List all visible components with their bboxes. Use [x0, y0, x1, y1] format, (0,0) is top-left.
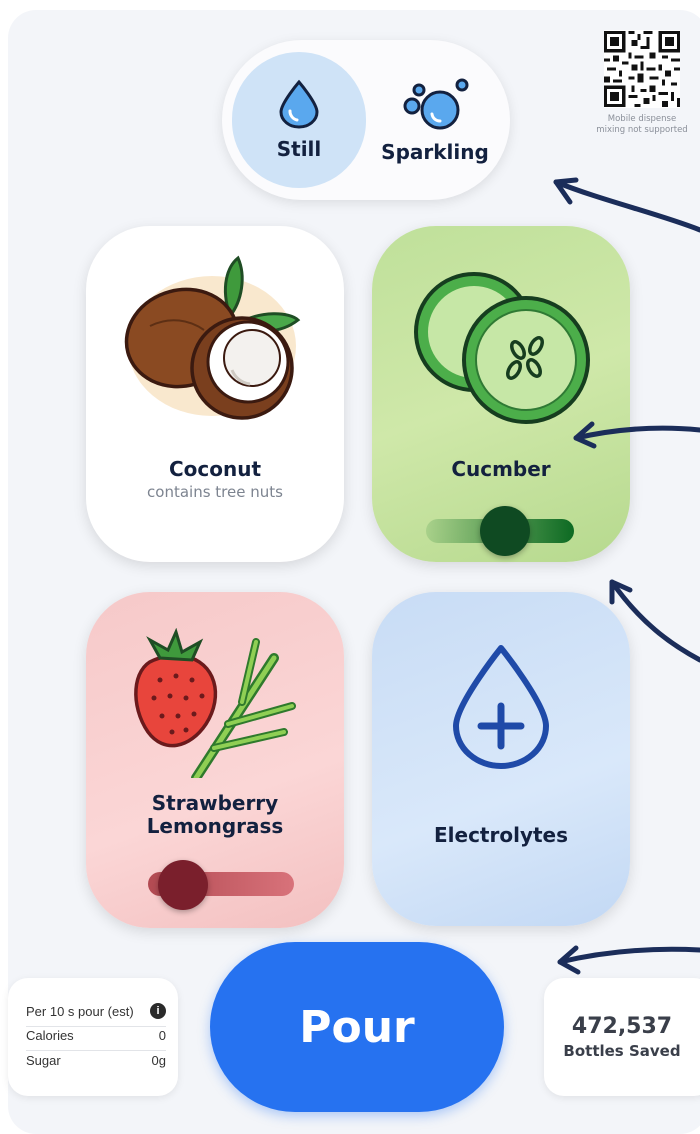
flavor-card-cucumber[interactable]: Cucmber [372, 226, 630, 562]
electrolytes-title: Electrolytes [433, 823, 569, 847]
bottles-saved-label: Bottles Saved [563, 1042, 681, 1060]
sparkling-water-button[interactable]: Sparkling [368, 52, 502, 188]
bubbles-icon [403, 78, 469, 130]
qr-caption-line2: mixing not supported [596, 125, 688, 135]
cucumber-slider-knob[interactable] [479, 506, 530, 556]
still-water-button[interactable]: Still [232, 52, 366, 188]
nutrition-header: Per 10 s pour (est) [26, 1004, 134, 1019]
nutrition-row-sugar: Sugar 0g [26, 1053, 166, 1068]
cucumber-title: Cucmber [451, 457, 551, 481]
nutrition-value: 0g [151, 1053, 166, 1068]
pour-button[interactable]: Pour [210, 942, 504, 1112]
sparkling-label: Sparkling [381, 140, 489, 164]
qr-code-icon [604, 30, 680, 108]
nutrition-row-calories: Calories 0 [26, 1028, 166, 1043]
coconut-icon [124, 255, 301, 420]
flavor-card-coconut[interactable]: Coconut contains tree nuts [86, 226, 344, 562]
still-label: Still [276, 137, 322, 161]
coconut-allergen-note: contains tree nuts [147, 483, 283, 501]
bottles-saved-panel: 472,537 Bottles Saved [544, 978, 700, 1096]
divider [26, 1050, 166, 1051]
mobile-dispense-qr: Mobile dispense mixing not supported [596, 30, 688, 136]
nutrition-value: 0 [158, 1028, 166, 1043]
strawberry-lemongrass-icon [134, 628, 296, 778]
divider [26, 1026, 166, 1027]
flavor-card-strawberry-lemongrass[interactable]: Strawberry Lemongrass [86, 592, 344, 928]
strawberry-title-line2: Lemongrass [146, 814, 284, 838]
nutrition-label: Calories [26, 1028, 74, 1043]
electrolyte-drop-icon [453, 645, 549, 769]
water-type-toggle: Still Sparkling [222, 40, 510, 200]
nutrition-panel: Per 10 s pour (est) i Calories 0 Sugar 0… [8, 978, 178, 1096]
cucumber-icon [414, 272, 590, 424]
qr-caption-line1: Mobile dispense [607, 114, 677, 124]
bottles-saved-count: 472,537 [571, 1014, 673, 1039]
strawberry-title-line1: Strawberry [151, 791, 279, 815]
flavor-card-electrolytes[interactable]: Electrolytes [372, 592, 630, 926]
nutrition-label: Sugar [26, 1053, 61, 1068]
strawberry-slider-knob[interactable] [157, 860, 208, 910]
info-icon[interactable]: i [150, 1003, 166, 1019]
water-drop-icon [279, 79, 319, 129]
coconut-title: Coconut [168, 457, 262, 481]
